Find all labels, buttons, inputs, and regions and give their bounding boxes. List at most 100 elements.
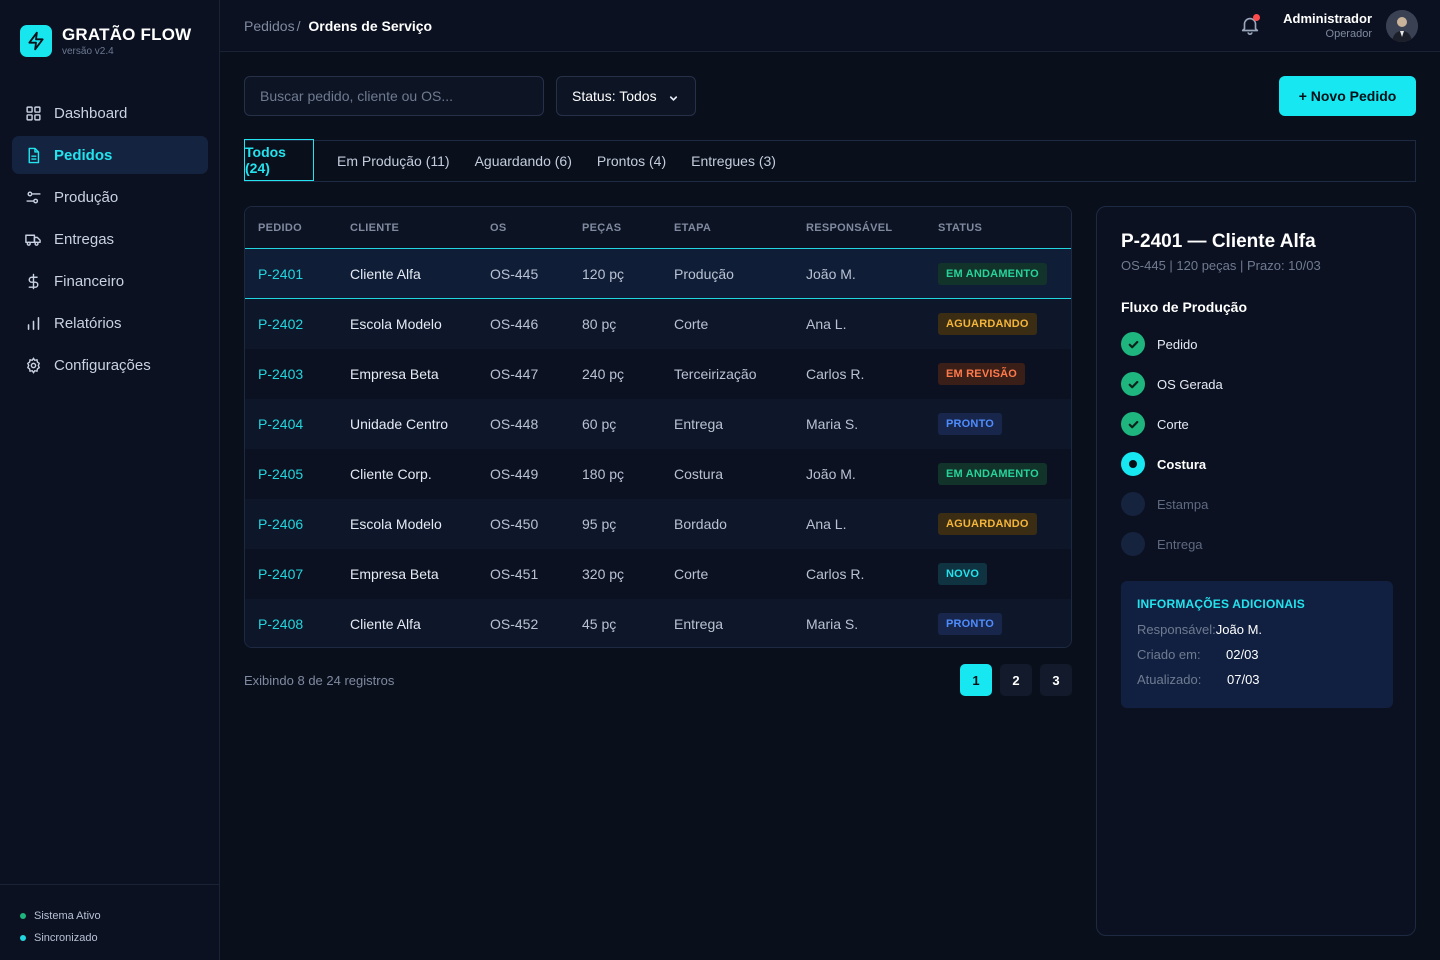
grid-icon xyxy=(24,104,42,122)
search-input[interactable] xyxy=(244,76,544,116)
check-icon xyxy=(1121,412,1145,436)
user-name: Administrador xyxy=(1283,11,1372,26)
cell-etapa: Produção xyxy=(674,265,734,282)
tab-todos[interactable]: Todos (24) xyxy=(244,139,314,181)
cell-pedido[interactable]: P-2406 xyxy=(258,516,303,532)
cell-pecas: 120 pç xyxy=(582,265,625,282)
cell-pedido[interactable]: P-2407 xyxy=(258,566,303,582)
sidebar-item-producao[interactable]: Produção xyxy=(12,178,208,216)
tab-entregues[interactable]: Entregues (3) xyxy=(691,140,776,182)
sidebar-item-pedidos[interactable]: Pedidos xyxy=(12,136,208,174)
truck-icon xyxy=(24,230,42,248)
tab-em-producao[interactable]: Em Produção (11) xyxy=(337,140,450,182)
notifications-bell-icon[interactable] xyxy=(1239,14,1261,36)
cell-etapa: Costura xyxy=(674,466,724,482)
cell-responsavel: João M. xyxy=(806,265,856,282)
info-row-atualizado: Atualizado: 07/03 xyxy=(1137,672,1377,687)
status-label: Sincronizado xyxy=(34,932,98,944)
cell-pedido[interactable]: P-2403 xyxy=(258,366,303,382)
cell-os: OS-446 xyxy=(490,316,539,332)
status-dot-icon xyxy=(20,913,26,919)
sidebar-item-label: Relatórios xyxy=(54,314,122,332)
table-row[interactable]: P-2406 Escola Modelo OS-450 95 pç Bordado Ana… xyxy=(245,499,1071,549)
table-row[interactable]: P-2404 Unidade Centro OS-448 60 pç Entrega Ma… xyxy=(245,399,1071,449)
status-synced: Sincronizado xyxy=(20,927,219,949)
status-dot-icon xyxy=(20,935,26,941)
cell-etapa: Corte xyxy=(674,566,709,582)
cell-pedido[interactable]: P-2405 xyxy=(258,466,303,482)
status-filter-value: Status: Todos xyxy=(572,88,657,104)
column-header-pecas[interactable]: PEÇAS xyxy=(582,222,621,234)
column-header-pedido[interactable]: PEDIDO xyxy=(258,222,302,234)
table-row[interactable]: P-2405 Cliente Corp. OS-449 180 pç Costura Jo… xyxy=(245,449,1071,499)
brand[interactable]: GRATÃO FLOW versão v2.4 xyxy=(20,25,191,57)
breadcrumb: Pedidos / Ordens de Serviço xyxy=(244,18,432,34)
records-count: Exibindo 8 de 24 registros xyxy=(244,673,395,688)
column-header-os[interactable]: OS xyxy=(490,222,507,234)
avatar[interactable] xyxy=(1386,10,1418,42)
sidebar-item-entregas[interactable]: Entregas xyxy=(12,220,208,258)
sidebar-item-label: Produção xyxy=(54,188,119,206)
info-value: 07/03 xyxy=(1227,672,1260,687)
table-row[interactable]: P-2402 Escola Modelo OS-446 80 pç Corte Ana L… xyxy=(245,299,1071,349)
table-row[interactable]: P-2408 Cliente Alfa OS-452 45 pç Entrega Mari… xyxy=(245,599,1071,647)
cell-cliente: Cliente Alfa xyxy=(350,616,421,632)
cell-responsavel: João M. xyxy=(806,466,856,482)
cell-pecas: 320 pç xyxy=(582,566,625,582)
column-header-responsavel[interactable]: RESPONSÁVEL xyxy=(806,222,892,234)
new-order-button[interactable]: + Novo Pedido xyxy=(1279,76,1416,116)
cell-pedido[interactable]: P-2401 xyxy=(258,266,303,282)
cell-os: OS-452 xyxy=(490,616,539,632)
breadcrumb-root-link[interactable]: Pedidos xyxy=(244,18,295,34)
brand-version: versão v2.4 xyxy=(62,45,114,57)
sidebar-item-configuracoes[interactable]: Configurações xyxy=(12,346,208,384)
cell-etapa: Corte xyxy=(674,316,709,332)
table-row[interactable]: P-2407 Empresa Beta OS-451 320 pç Corte Carlo… xyxy=(245,549,1071,599)
step-label: Corte xyxy=(1157,416,1189,432)
page-button-2[interactable]: 2 xyxy=(1000,664,1032,696)
table-header: PEDIDO CLIENTE OS PEÇAS ETAPA RESPONSÁVE… xyxy=(245,207,1071,249)
info-key: Responsável: xyxy=(1137,622,1216,637)
pagination: 1 2 3 xyxy=(960,664,1080,696)
tab-aguardando[interactable]: Aguardando (6) xyxy=(475,140,572,182)
sidebar-item-label: Pedidos xyxy=(54,146,113,164)
column-header-cliente[interactable]: CLIENTE xyxy=(350,222,399,234)
page-button-3[interactable]: 3 xyxy=(1040,664,1072,696)
check-icon xyxy=(1121,332,1145,356)
status-label: Sistema Ativo xyxy=(34,910,101,922)
production-flow-title: Fluxo de Produção xyxy=(1121,299,1248,315)
cell-etapa: Entrega xyxy=(674,616,724,632)
sidebar-item-label: Configurações xyxy=(54,356,151,374)
chevron-down-icon xyxy=(668,91,679,107)
info-row-criado: Criado em: 02/03 xyxy=(1137,647,1377,662)
document-icon xyxy=(24,146,42,164)
cell-responsavel: Carlos R. xyxy=(806,566,865,582)
cell-os: OS-447 xyxy=(490,366,539,382)
user-info[interactable]: Administrador Operador xyxy=(1283,11,1372,40)
system-status: Sistema Ativo Sincronizado xyxy=(0,884,219,960)
column-header-status[interactable]: STATUS xyxy=(938,222,982,234)
step-label: Pedido xyxy=(1157,336,1198,352)
step-os-gerada: OS Gerada xyxy=(1121,372,1223,396)
user-role: Operador xyxy=(1325,28,1372,40)
check-icon xyxy=(1121,372,1145,396)
info-value: 02/03 xyxy=(1226,647,1259,662)
page-button-1[interactable]: 1 xyxy=(960,664,992,696)
sidebar-item-label: Financeiro xyxy=(54,272,125,290)
cell-responsavel: Maria S. xyxy=(806,616,859,632)
sidebar-item-relatorios[interactable]: Relatórios xyxy=(12,304,208,342)
bar-chart-icon xyxy=(24,314,42,332)
sidebar-item-dashboard[interactable]: Dashboard xyxy=(12,94,208,132)
table-row[interactable]: P-2403 Empresa Beta OS-447 240 pç Terceiriza… xyxy=(245,349,1071,399)
status-filter-dropdown[interactable]: Status: Todos xyxy=(556,76,696,116)
table-row[interactable]: P-2401 Cliente Alfa OS-445 120 pç Produção Jo… xyxy=(245,249,1071,299)
cell-pedido[interactable]: P-2408 xyxy=(258,616,303,632)
info-row-responsavel: Responsável: João M. xyxy=(1137,622,1377,637)
tab-prontos[interactable]: Prontos (4) xyxy=(597,140,666,182)
cell-pecas: 240 pç xyxy=(582,366,625,382)
cell-pedido[interactable]: P-2402 xyxy=(258,316,303,332)
sidebar-item-financeiro[interactable]: Financeiro xyxy=(12,262,208,300)
cell-os: OS-445 xyxy=(490,265,539,282)
column-header-etapa[interactable]: ETAPA xyxy=(674,222,711,234)
cell-pedido[interactable]: P-2404 xyxy=(258,416,303,432)
